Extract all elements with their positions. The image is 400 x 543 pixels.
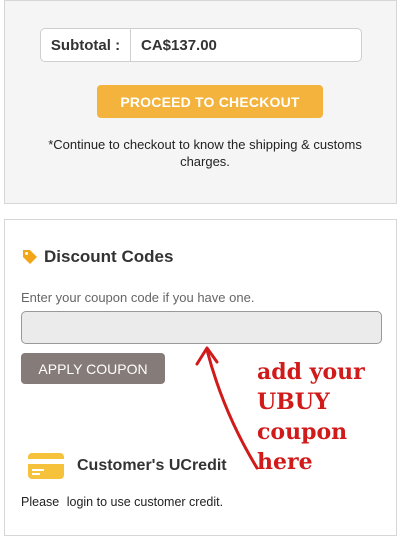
annotation-text: add your UBUY coupon here [257,359,365,475]
shipping-note: *Continue to checkout to know the shippi… [48,137,362,169]
login-prefix: Please [21,495,60,509]
subtotal-box: Subtotal : CA$137.00 [40,28,362,62]
tag-icon [23,250,37,264]
coupon-hint: Enter your coupon code if you have one. [21,290,255,305]
credit-card-icon [28,453,64,479]
discount-codes-title: Discount Codes [44,247,174,266]
subtotal-value: CA$137.00 [141,36,217,54]
order-summary-panel: Subtotal : CA$137.00 PROCEED TO CHECKOUT… [4,0,397,204]
subtotal-label: Subtotal : [41,29,131,61]
discount-codes-header: Discount Codes [21,247,173,267]
proceed-to-checkout-button[interactable]: PROCEED TO CHECKOUT [97,85,323,118]
ucredit-login-note: Please login to use customer credit. [21,495,223,509]
login-suffix: to use customer credit. [96,495,224,509]
apply-coupon-button[interactable]: APPLY COUPON [21,353,165,384]
login-link[interactable]: login [67,495,93,509]
